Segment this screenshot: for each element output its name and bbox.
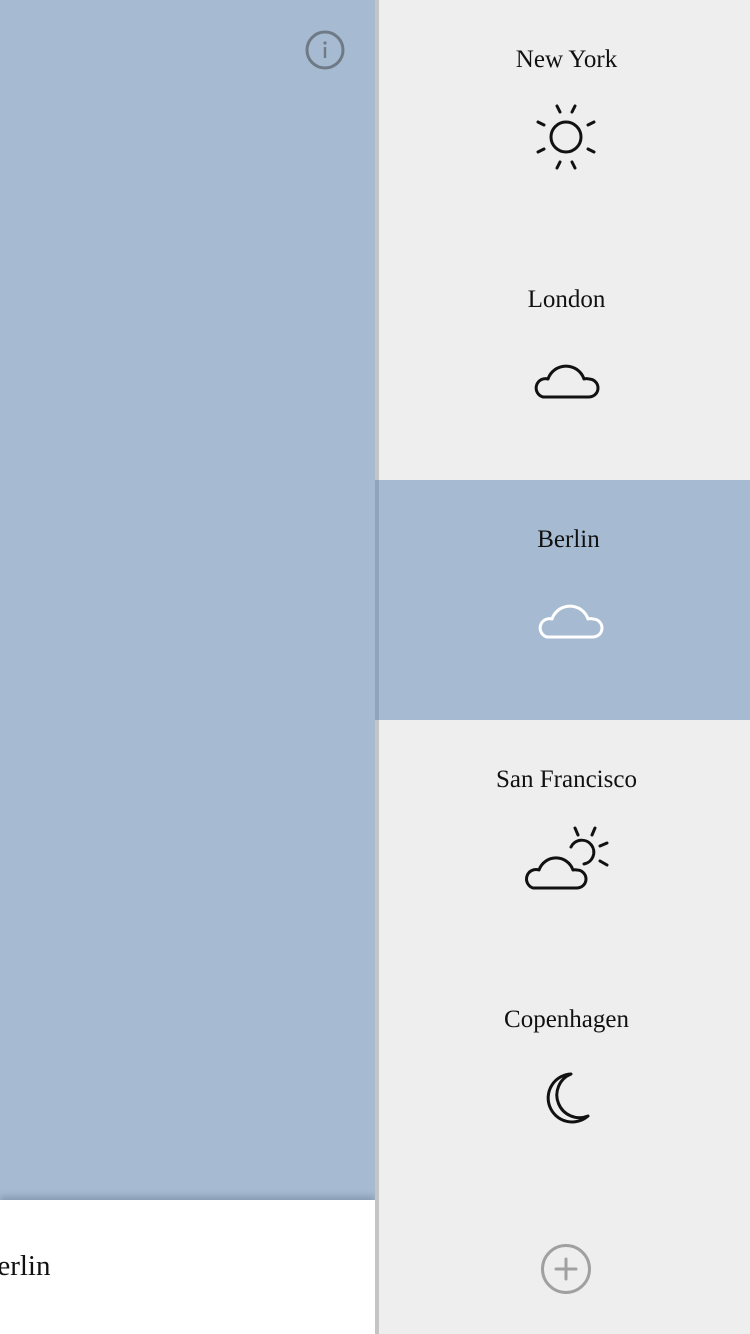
- info-icon: [305, 30, 345, 70]
- sun-icon: [536, 104, 596, 170]
- city-name: Berlin: [537, 526, 600, 553]
- city-sidebar: New York London Berlin San Francisco Cop…: [375, 0, 750, 1334]
- city-name: New York: [515, 46, 618, 73]
- city-name: San Francisco: [496, 766, 637, 793]
- city-item-copenhagen[interactable]: Copenhagen: [379, 960, 750, 1200]
- add-city-button[interactable]: [539, 1242, 593, 1296]
- info-button[interactable]: [305, 30, 345, 70]
- city-item-san-francisco[interactable]: San Francisco: [379, 720, 750, 960]
- cloud-icon: [538, 604, 604, 639]
- partly-cloudy-icon: [525, 826, 609, 890]
- city-item-new-york[interactable]: New York: [379, 0, 750, 240]
- cloud-icon: [534, 364, 600, 399]
- city-item-london[interactable]: London: [379, 240, 750, 480]
- bottom-city-bar: Berlin: [0, 1200, 375, 1334]
- plus-icon: [541, 1244, 591, 1294]
- current-city-label: Berlin: [0, 1250, 51, 1282]
- moon-icon: [546, 1072, 590, 1124]
- city-name: London: [527, 286, 606, 313]
- weather-detail-panel: [0, 0, 375, 1200]
- city-name: Copenhagen: [504, 1006, 629, 1033]
- city-item-berlin[interactable]: Berlin: [375, 480, 750, 720]
